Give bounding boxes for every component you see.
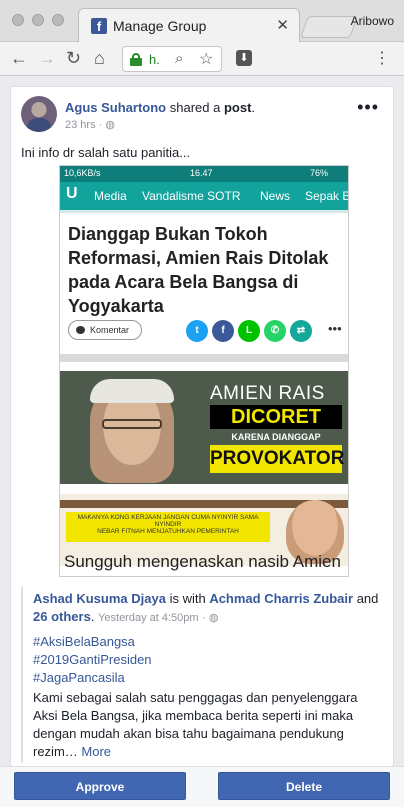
header-period: . [251,100,256,115]
nav-underline [60,210,348,213]
url-text: h. [149,52,160,67]
zoom-window-button[interactable] [52,14,64,26]
hashtag-link[interactable]: #2019GantiPresiden [33,652,152,667]
browser-menu-icon[interactable]: ⋮ [374,48,390,68]
phone-status-bar: 10,6KB/s 16.47 76% [60,166,348,182]
moderation-actions: Approve Delete [0,766,404,807]
shared-original-post: Ashad Kusuma Djaya is with Achmad Charri… [21,587,383,763]
others-link[interactable]: 26 others [33,609,91,624]
komentar-label: Komentar [90,325,130,335]
meme-text-1: MAKANYA KONG KERJAAN JANGAN CUMA NYINYIR… [77,514,259,528]
back-arrow-icon[interactable]: ← [10,48,28,68]
zoom-icon[interactable]: ⌕ [175,50,183,67]
minimize-window-button[interactable] [32,14,44,26]
twitter-icon: t [186,320,208,342]
author-name[interactable]: Agus Suhartono [65,100,166,115]
shared-time[interactable]: Yesterday at 4:50pm [98,612,199,624]
line-icon: L [238,320,260,342]
attached-screenshot[interactable]: 10,6KB/s 16.47 76% U Media Vandalisme SO… [59,165,349,577]
post-options-icon[interactable]: ••• [357,97,379,118]
globe-icon: ◍ [105,119,115,131]
post-card: Agus Suhartono shared a post. 23 hrs · ◍… [10,86,394,767]
meme-text-2: NEBAR FITNAH MENJATUHKAN PEMERINTAH [97,528,239,535]
action-text: shared a [169,100,221,115]
close-tab-icon[interactable]: ✕ [276,16,289,34]
comment-bubble-icon [76,326,85,334]
hashtag-link[interactable]: #JagaPancasila [33,670,125,685]
banner-line-2: DICORET [210,405,342,429]
nav-item-vandalisme: Vandalisme SOTR [142,189,241,203]
reload-icon[interactable]: ↻ [66,48,81,68]
nav-item-media: Media [94,189,127,203]
browser-toolbar: ← → ↻ ⌂ h. ⌕ ☆ ⬇ ⋮ [0,42,404,76]
banner-line-4: PROVOKATOR [210,445,344,473]
amien-rais-banner: AMIEN RAIS DICORET KARENA DIANGGAP PROVO… [60,371,348,484]
status-battery: 76% [310,168,329,178]
banner-line-1: AMIEN RAIS [210,383,325,404]
see-more-link[interactable]: More [81,744,111,759]
approve-button[interactable]: Approve [14,772,186,800]
shared-post-header: Ashad Kusuma Djaya is with Achmad Charri… [33,590,383,627]
post-meta: 23 hrs · ◍ [65,119,115,131]
komentar-button: Komentar [68,320,142,340]
tagged-person[interactable]: Achmad Charris Zubair [209,591,353,606]
shared-post-text: Kami sebagai salah satu penggagas dan pe… [33,689,383,761]
shared-and: and [356,591,379,606]
post-header: Agus Suhartono shared a post. [65,100,255,115]
profile-name[interactable]: Aribowo [351,14,394,28]
status-time: 16.47 [190,168,213,178]
whatsapp-icon: ✆ [264,320,286,342]
screenshot-caption: Sungguh mengenaskan nasib Amien [64,552,341,571]
page-content: Agus Suhartono shared a post. 23 hrs · ◍… [0,77,404,807]
status-speed: 10,6KB/s [64,168,101,178]
post-time[interactable]: 23 hrs [65,119,96,131]
post-text: Ini info dr salah satu panitia... [21,145,191,160]
shared-is-with: is with [169,591,206,606]
article-headline: Dianggap Bukan Tokoh Reformasi, Amien Ra… [68,224,329,316]
home-icon[interactable]: ⌂ [94,48,105,68]
nav-item-sepak: Sepak B [305,189,349,203]
shared-author[interactable]: Ashad Kusuma Djaya [33,591,166,606]
repost-icon: ⇄ [290,320,312,342]
image-divider [60,354,348,362]
bookmark-star-icon[interactable]: ☆ [199,49,213,69]
share-more-icon: ••• [328,321,342,336]
tab-manage-group[interactable]: f Manage Group ✕ [78,8,300,42]
delete-button[interactable]: Delete [218,772,390,800]
browser-titlebar: f Manage Group ✕ Aribowo [0,0,404,42]
tab-title: Manage Group [113,18,207,34]
close-window-button[interactable] [12,14,24,26]
shared-period: . [90,609,95,624]
facebook-share-icon: f [212,320,234,342]
shared-globe-icon: · ◍ [202,612,219,624]
facebook-icon: f [91,18,107,34]
address-bar[interactable]: h. ⌕ ☆ [122,46,222,72]
download-extension-icon[interactable]: ⬇ [236,50,252,66]
new-tab-button[interactable] [299,16,359,38]
avatar[interactable] [21,96,57,132]
app-logo: U [66,185,78,202]
lock-icon [130,53,142,66]
portrait-image [90,379,174,483]
post-link[interactable]: post [224,100,251,115]
app-nav-bar: U Media Vandalisme SOTR News Sepak B [60,182,349,210]
hashtag-link[interactable]: #AksiBelaBangsa [33,634,135,649]
forward-arrow-icon[interactable]: → [38,48,56,68]
banner-line-3: KARENA DIANGGAP [231,432,321,442]
nav-item-news: News [260,189,291,203]
